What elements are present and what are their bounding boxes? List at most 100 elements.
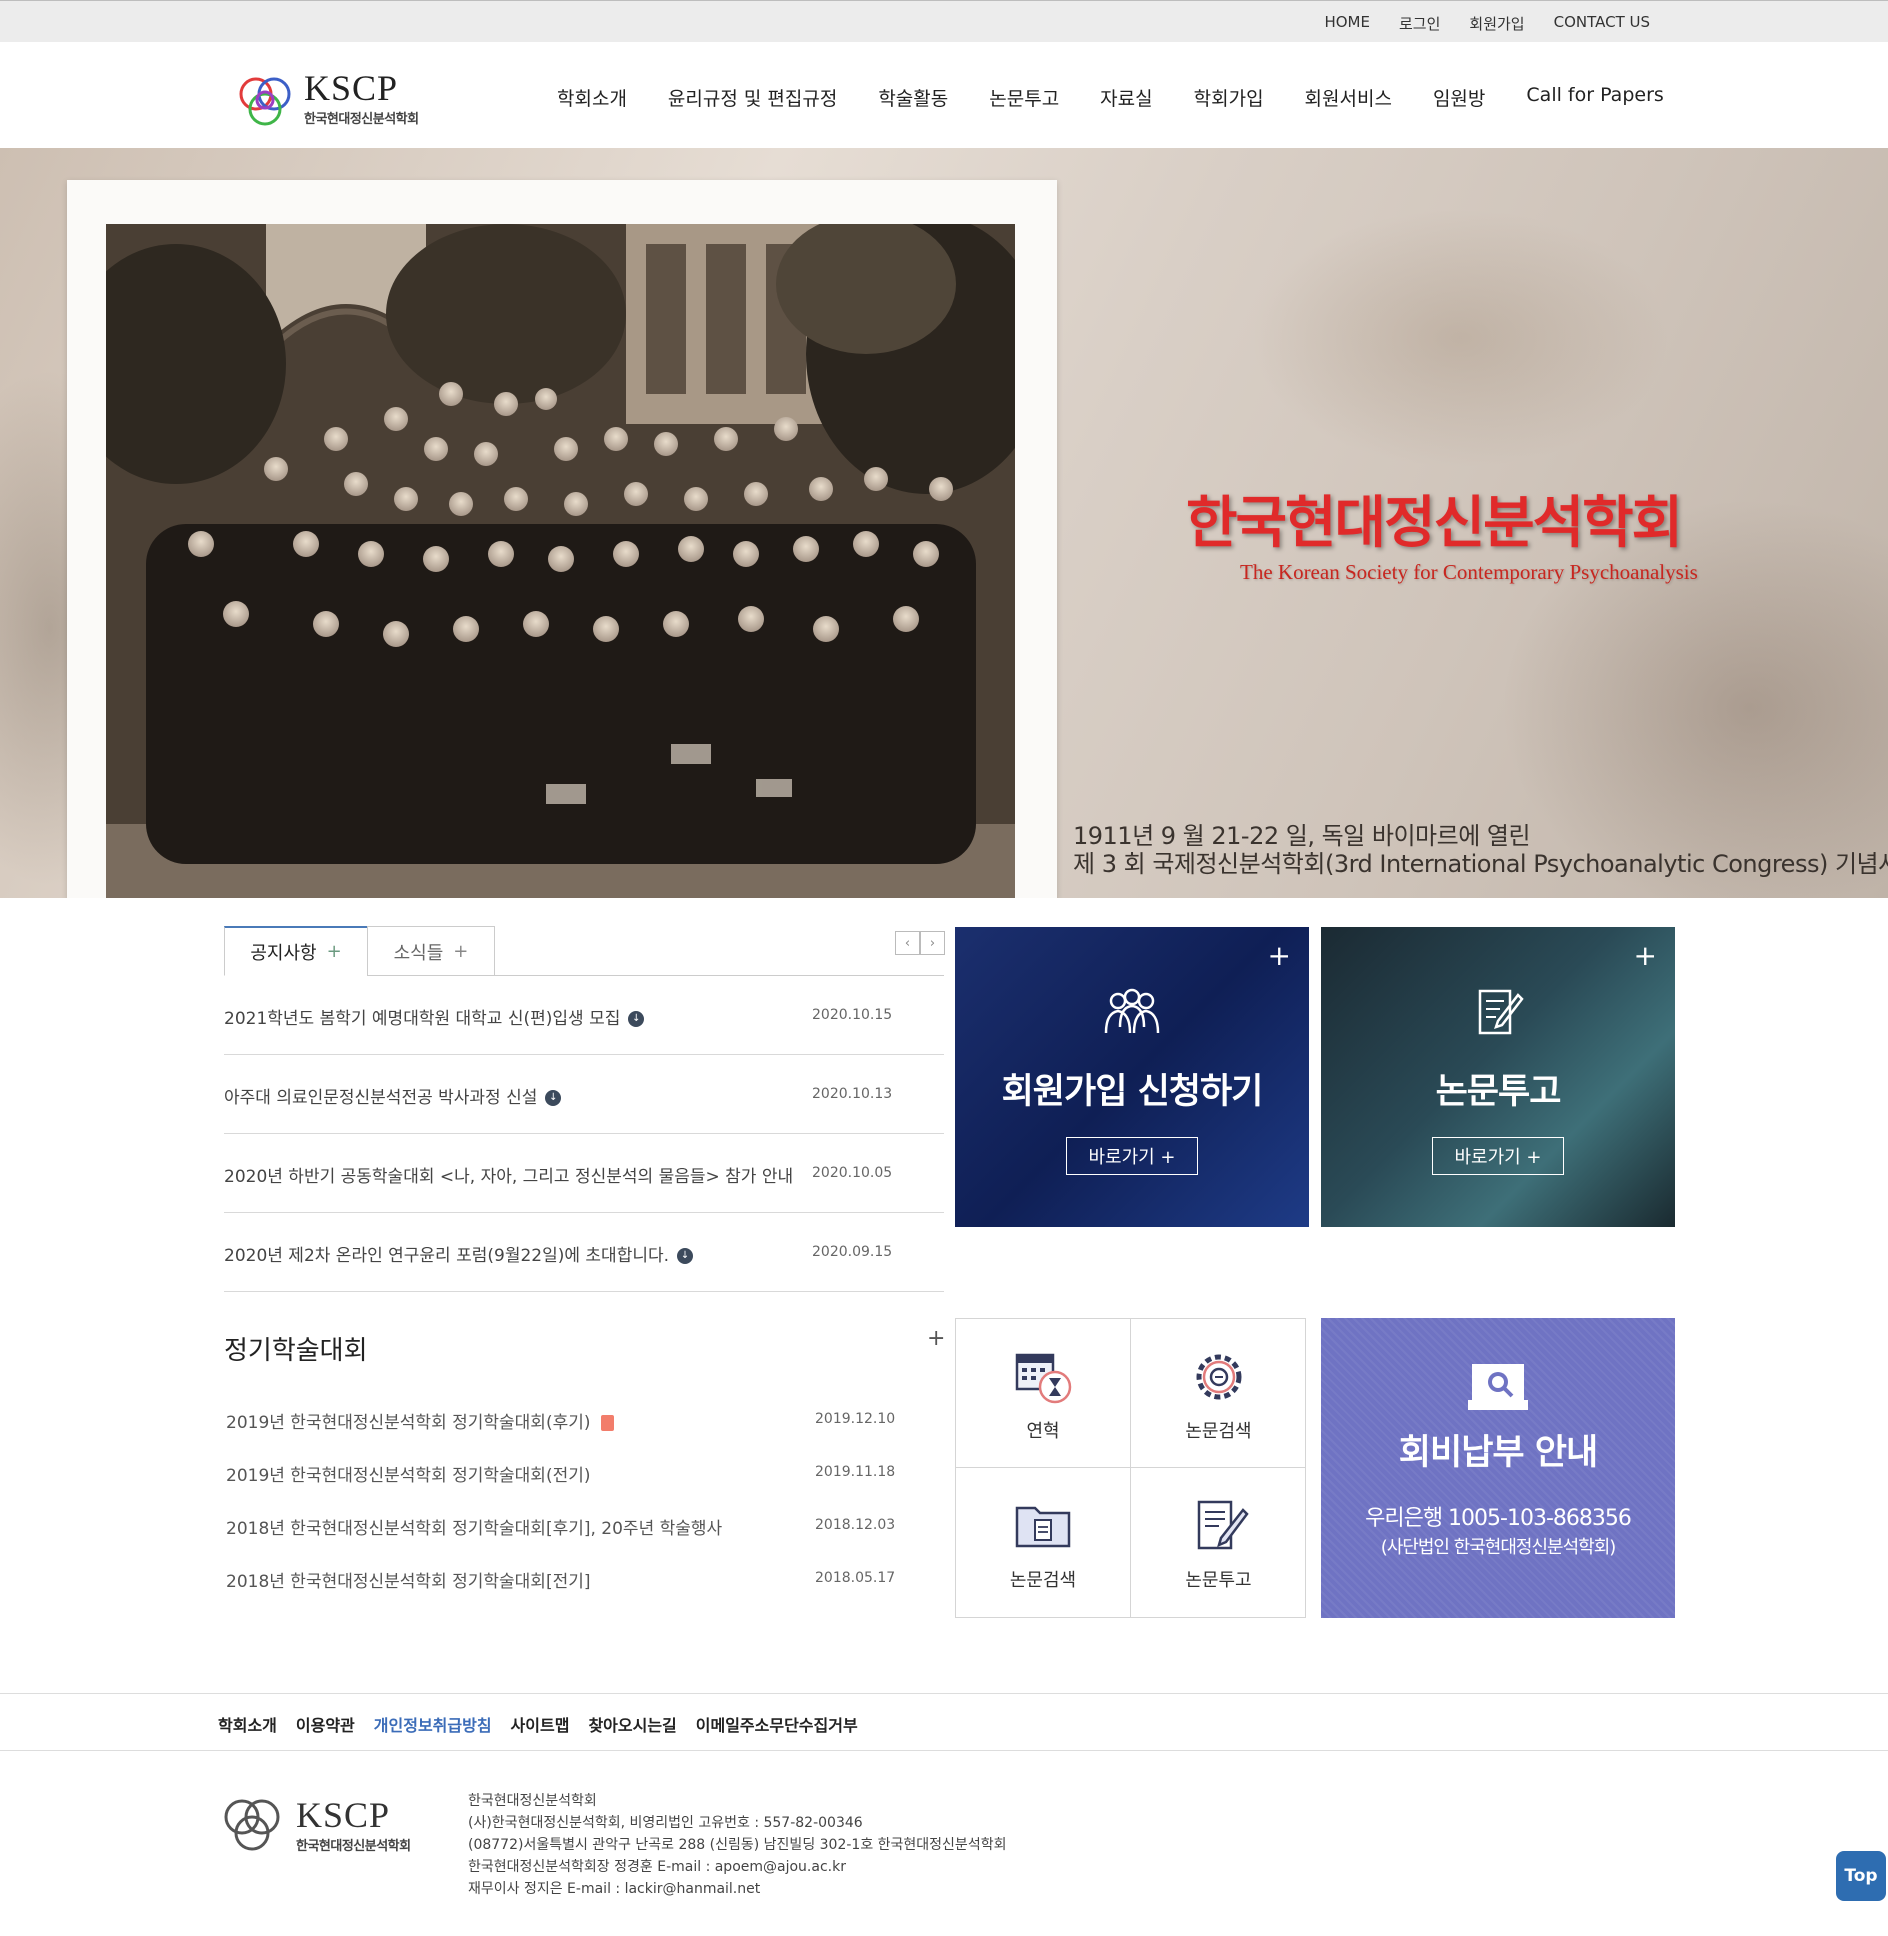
quick-paper-search[interactable]: 논문검색 [1131,1319,1306,1468]
plus-icon[interactable]: + [1268,939,1291,972]
quick-archive-search[interactable]: 논문검색 [956,1468,1131,1617]
board-tabs: 공지사항 + 소식들 + [224,926,944,976]
nav-academic[interactable]: 학술활동 [878,84,948,111]
notice-title[interactable]: 2020년 하반기 공동학술대회 <나, 자아, 그리고 정신분석의 물음들> … [224,1162,793,1187]
nav-membership[interactable]: 학회가입 [1194,84,1264,111]
conference-date: 2018.12.03 [815,1517,896,1533]
submission-go-button[interactable]: 바로가기 + [1432,1137,1564,1175]
submission-tile-title: 논문투고 [1435,1072,1562,1112]
notice-date: 2020.10.13 [812,1086,893,1102]
scroll-top-button[interactable]: Top [1836,1851,1886,1901]
site-header: KSCP 한국현대정신분석학회 학회소개 윤리규정 및 편집규정 학술활동 논문… [0,42,1888,148]
hero-caption-line-2: 제 3 회 국제정신분석학회(3rd International Psychoa… [1073,850,1888,878]
footer-info-line: 한국현대정신분석학회 [468,1793,597,1809]
notice-title-text: 2020년 제2차 온라인 연구윤리 포럼(9월22일)에 초대합니다. [224,1246,670,1266]
download-icon[interactable]: ↓ [628,1011,645,1027]
list-item[interactable]: 2020년 하반기 공동학술대회 <나, 자아, 그리고 정신분석의 물음들> … [224,1134,944,1213]
footer-nav: 학회소개 이용약관 개인정보취급방침 사이트맵 찾아오시는길 이메일주소무단수집… [0,1693,1888,1751]
nav-about[interactable]: 학회소개 [557,84,627,111]
list-item[interactable]: 2020년 제2차 온라인 연구윤리 포럼(9월22일)에 초대합니다. ↓ 20… [224,1213,944,1292]
membership-tile[interactable]: + 회원가입 신청하기 바로가기 + [955,927,1309,1227]
plus-icon[interactable]: + [327,941,342,962]
site-logo[interactable]: KSCP 한국현대정신분석학회 [236,70,436,130]
list-item[interactable]: 2018년 한국현대정신분석학회 정기학술대회[후기], 20주년 학술행사 2… [226,1506,926,1559]
conference-title[interactable]: 2019년 한국현대정신분석학회 정기학술대회(후기) [226,1408,614,1433]
notice-title[interactable]: 2021학년도 봄학기 예명대학원 대학교 신(편)입생 모집 ↓ [224,1004,645,1029]
footer-info-line: 재무이사 정지은 E-mail : lackir@hanmail.net [468,1881,761,1897]
list-item[interactable]: 아주대 의료인문정신분석전공 박사과정 신설 ↓ 2020.10.13 [224,1055,944,1134]
notice-title-text: 2020년 하반기 공동학술대회 <나, 자아, 그리고 정신분석의 물음들> … [224,1167,794,1187]
home-link[interactable]: HOME [1324,13,1370,34]
nav-ethics[interactable]: 윤리규정 및 편집규정 [668,84,837,111]
hero-banner: 한국현대정신분석학회 The Korean Society for Contem… [0,148,1888,898]
tab-news[interactable]: 소식들 + [367,926,495,976]
prev-arrow-button[interactable]: ‹ [895,931,920,955]
tab-notices-label: 공지사항 [250,942,317,964]
quick-history[interactable]: 연혁 [956,1319,1131,1468]
main-nav: 학회소개 윤리규정 및 편집규정 학술활동 논문투고 자료실 학회가입 회원서비… [557,84,1664,111]
fee-bank-account: 우리은행 1005-103-868356 [1365,1506,1632,1531]
footer-link-privacy[interactable]: 개인정보취급방침 [374,1712,492,1736]
nav-officers[interactable]: 임원방 [1433,84,1485,111]
nav-member-services[interactable]: 회원서비스 [1305,84,1392,111]
conference-date: 2019.12.10 [815,1411,896,1427]
conference-title-text: 2019년 한국현대정신분석학회 정기학술대회(후기) [226,1413,591,1433]
hero-subtitle: The Korean Society for Contemporary Psyc… [1240,560,1698,584]
plus-icon[interactable]: + [1634,939,1657,972]
list-item[interactable]: 2018년 한국현대정신분석학회 정기학술대회[전기] 2018.05.17 [226,1559,926,1612]
calendar-hourglass-icon [1015,1353,1072,1404]
folder-document-icon [1015,1506,1071,1548]
fee-title: 회비납부 안내 [1398,1433,1598,1473]
nav-submission[interactable]: 논문투고 [989,84,1059,111]
conference-title[interactable]: 2019년 한국현대정신분석학회 정기학술대회(전기) [226,1461,591,1486]
quick-paper-search-label: 논문검색 [1185,1421,1252,1442]
conference-title[interactable]: 2018년 한국현대정신분석학회 정기학술대회[후기], 20주년 학술행사 [226,1514,722,1539]
notice-title-text: 2021학년도 봄학기 예명대학원 대학교 신(편)입생 모집 [224,1009,621,1029]
fee-account-owner: (사단법인 한국현대정신분석학회) [1380,1537,1617,1558]
footer-link-sitemap[interactable]: 사이트맵 [511,1712,570,1736]
document-pen-icon [1197,1500,1249,1550]
conference-title[interactable]: 2018년 한국현대정신분석학회 정기학술대회[전기] [226,1567,591,1592]
footer-logo-subtitle: 한국현대정신분석학회 [296,1839,411,1854]
notice-title[interactable]: 아주대 의료인문정신분석전공 박사과정 신설 ↓ [224,1083,562,1108]
people-icon [1104,988,1160,1034]
notice-date: 2020.09.15 [812,1244,893,1260]
footer-link-about[interactable]: 학회소개 [218,1712,277,1736]
document-pen-icon [1478,989,1524,1035]
kscp-logo-icon [239,77,291,126]
list-item[interactable]: 2021학년도 봄학기 예명대학원 대학교 신(편)입생 모집 ↓ 2020.10… [224,976,944,1055]
board-pager: ‹ › [895,931,945,955]
notice-title[interactable]: 2020년 제2차 온라인 연구윤리 포럼(9월22일)에 초대합니다. ↓ [224,1241,694,1266]
footer-link-terms[interactable]: 이용약관 [296,1712,355,1736]
logo-wordmark: KSCP [304,68,399,108]
logo-subtitle: 한국현대정신분석학회 [304,112,419,127]
login-link[interactable]: 로그인 [1399,13,1440,34]
list-item[interactable]: 2019년 한국현대정신분석학회 정기학술대회(후기) 2019.12.10 [226,1400,926,1453]
next-arrow-button[interactable]: › [920,931,945,955]
signup-link[interactable]: 회원가입 [1469,13,1524,34]
quick-submission[interactable]: 논문투고 [1131,1468,1306,1617]
footer-link-directions[interactable]: 찾아오시는길 [588,1712,676,1736]
contact-us-link[interactable]: CONTACT US [1554,13,1650,34]
tab-notices[interactable]: 공지사항 + [224,926,368,976]
plus-icon[interactable]: + [453,941,468,962]
nav-archive[interactable]: 자료실 [1100,84,1152,111]
download-icon[interactable]: ↓ [545,1090,562,1106]
download-icon[interactable]: ↓ [677,1248,694,1264]
quick-archive-search-label: 논문검색 [1009,1570,1077,1591]
footer-info: 한국현대정신분석학회 (사)한국현대정신분석학회, 비영리법인 고유번호 : 5… [468,1790,1006,1900]
nav-call-for-papers[interactable]: Call for Papers [1526,84,1663,111]
conference-more-button[interactable]: + [927,1326,945,1351]
gear-search-icon [1196,1354,1241,1400]
footer-info-line: 한국현대정신분석학회장 정경훈 E-mail : apoem@ajou.ac.k… [468,1859,846,1875]
footer-link-email-policy[interactable]: 이메일주소무단수집거부 [696,1712,858,1736]
footer-logo: KSCP 한국현대정신분석학회 [218,1793,438,1863]
submission-tile[interactable]: + 논문투고 바로가기 + [1321,927,1675,1227]
file-icon[interactable] [600,1415,614,1431]
notice-list: 2021학년도 봄학기 예명대학원 대학교 신(편)입생 모집 ↓ 2020.10… [224,976,944,1292]
conference-list: 2019년 한국현대정신분석학회 정기학술대회(후기) 2019.12.10 2… [226,1400,926,1612]
list-item[interactable]: 2019년 한국현대정신분석학회 정기학술대회(전기) 2019.11.18 [226,1453,926,1506]
top-links: HOME 로그인 회원가입 CONTACT US [1324,13,1650,34]
fee-payment-tile[interactable]: 회비납부 안내 우리은행 1005-103-868356 (사단법인 한국현대정… [1321,1318,1675,1618]
membership-go-button[interactable]: 바로가기 + [1066,1137,1198,1175]
